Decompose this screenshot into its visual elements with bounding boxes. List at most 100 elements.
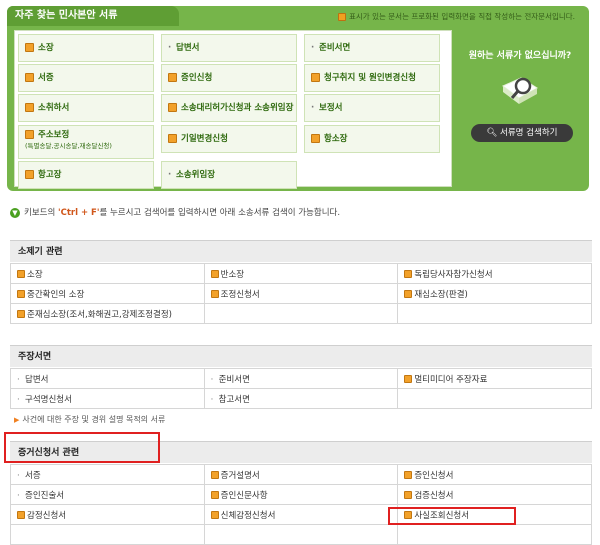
checkbox-icon xyxy=(210,290,219,298)
doc-link-cell[interactable]: 준재심소장(조서,화해권고,강제조정결정) xyxy=(10,303,205,324)
table-row: · 답변서 · 준비서면 멀티미디어 주장자료 xyxy=(10,368,592,389)
checkbox-icon xyxy=(25,103,34,112)
doc-label: 준비서면 xyxy=(218,374,250,385)
checkbox-icon xyxy=(404,270,413,278)
doc-link-cell[interactable]: 검증신청서 xyxy=(397,484,592,505)
doc-link-cell[interactable]: 증인신청서 xyxy=(397,464,592,485)
doc-link-cell[interactable]: 반소장 xyxy=(203,263,399,284)
table-row xyxy=(10,524,592,545)
frequent-doc-label: 답변서 xyxy=(176,43,200,53)
bullet-arrow-icon: ▶ xyxy=(14,416,20,424)
checkbox-icon xyxy=(338,13,346,21)
empty-cell xyxy=(10,524,205,545)
bullet-dot-icon: · xyxy=(168,43,172,53)
checkbox-icon xyxy=(168,73,177,82)
doc-label: 멀티미디어 주장자료 xyxy=(414,374,488,385)
checkbox-icon xyxy=(25,73,34,82)
checkbox-icon xyxy=(404,290,413,298)
frequent-doc-link[interactable]: 항소장 xyxy=(304,125,440,153)
highlight-box-fact-inquiry xyxy=(388,507,516,525)
ctrl-f-hint: 'Ctrl + F' xyxy=(57,208,100,218)
doc-link-cell[interactable]: · 구석명신청서 xyxy=(10,388,205,409)
checkbox-icon xyxy=(210,270,219,278)
frequent-doc-link[interactable]: · 보정서 xyxy=(304,94,440,122)
doc-link-cell[interactable]: 독립당사자참가신청서 xyxy=(397,263,592,284)
empty-cell xyxy=(397,388,592,409)
search-documents-button[interactable]: 🔍︎ 서류명 검색하기 xyxy=(471,124,573,142)
doc-label: 구석명신청서 xyxy=(25,394,72,405)
frequent-doc-link[interactable]: · 답변서 xyxy=(161,34,297,62)
checkbox-icon xyxy=(311,73,320,82)
bullet-dot-icon: · xyxy=(17,374,20,385)
doc-label: 반소장 xyxy=(220,269,245,280)
doc-link-cell[interactable]: 조정신청서 xyxy=(203,283,399,304)
section-header: 주장서면 xyxy=(10,345,592,367)
doc-link-cell[interactable]: 중간확인의 소장 xyxy=(10,283,205,304)
bullet-dot-icon: · xyxy=(17,490,20,501)
frequent-doc-label: 소송위임장 xyxy=(176,170,216,180)
doc-label: 증인진술서 xyxy=(25,490,65,501)
keyboard-help: ▼ 키보드의 'Ctrl + F'를 누르시고 검색어를 입력하시면 아래 소송서… xyxy=(10,206,590,220)
frequent-doc-link[interactable]: 서증 xyxy=(18,64,154,92)
frequent-doc-link[interactable]: 항고장 xyxy=(18,161,154,189)
doc-label: 준재심소장(조서,화해권고,강제조정결정) xyxy=(27,309,172,320)
doc-link-cell[interactable]: 증인신문사항 xyxy=(203,484,399,505)
doc-label: 독립당사자참가신청서 xyxy=(414,269,493,280)
bullet-dot-icon: · xyxy=(311,103,315,113)
bullet-dot-icon: · xyxy=(17,470,20,481)
doc-label: 서증 xyxy=(25,470,41,481)
frequent-doc-link[interactable]: 기일변경신청 xyxy=(161,125,297,153)
doc-link-cell[interactable]: · 답변서 xyxy=(10,368,205,389)
doc-link-cell[interactable]: 멀티미디어 주장자료 xyxy=(397,368,592,389)
doc-link-cell[interactable]: · 서증 xyxy=(10,464,205,485)
doc-link-cell[interactable]: · 참고서면 xyxy=(203,388,399,409)
checkbox-icon xyxy=(210,511,219,519)
doc-link-cell[interactable]: 신체감정신청서 xyxy=(203,504,399,525)
section-header: 소제기 관련 xyxy=(10,240,592,262)
checkbox-icon xyxy=(17,511,25,519)
frequent-doc-sublabel: (특별송달,공시송달,재송달신청) xyxy=(25,142,112,150)
doc-label: 신체감정신청서 xyxy=(220,510,276,521)
side-question: 원하는 서류가 없으십니까? xyxy=(468,51,572,61)
empty-cell xyxy=(203,303,399,324)
doc-link-cell[interactable]: · 증인진술서 xyxy=(10,484,205,505)
frequent-doc-link[interactable]: · 준비서면 xyxy=(304,34,440,62)
frequent-doc-link[interactable]: 증인신청 xyxy=(161,64,297,92)
frequent-doc-link[interactable]: 소취하서 xyxy=(18,94,154,122)
doc-link-cell[interactable]: 감정신청서 xyxy=(10,504,205,525)
checkbox-icon xyxy=(25,43,34,52)
doc-label: 중간확인의 소장 xyxy=(27,289,85,300)
doc-label: 증인신문사항 xyxy=(220,490,268,501)
section-doc-table: · 서증 증거설명서 증인신청서 · 증인진술서 증인신문사항 검증신청서감정신청서 신체감정신… xyxy=(10,464,592,545)
frequent-doc-label: 소취하서 xyxy=(38,103,70,113)
bullet-dot-icon: · xyxy=(311,43,315,53)
frequent-doc-link[interactable]: 청구취지 및 원인변경신청 xyxy=(304,64,440,92)
section-doc-table: · 답변서 · 준비서면 멀티미디어 주장자료 · 구석명신청서 · 참고서면 xyxy=(10,368,592,409)
frequent-doc-label: 소장 xyxy=(38,43,54,53)
frequent-doc-link[interactable]: 주소보정 (특별송달,공시송달,재송달신청) xyxy=(18,125,154,159)
checkbox-icon xyxy=(210,471,219,479)
checkbox-icon xyxy=(404,491,413,499)
highlight-box-evidence-section xyxy=(4,432,160,463)
frequent-doc-label: 주소보정 xyxy=(38,130,70,140)
doc-link-cell[interactable]: 소장 xyxy=(10,263,205,284)
section-note: ▶ 사건에 대한 주장 및 경위 설명 목적의 서류 xyxy=(14,415,166,424)
panel-title: 자주 찾는 민사본안 서류 xyxy=(7,6,179,26)
arrow-down-icon: ▼ xyxy=(10,207,20,218)
doc-link-cell[interactable]: 재심소장(판결) xyxy=(397,283,592,304)
frequent-doc-label: 기일변경신청 xyxy=(181,134,228,144)
checkbox-icon xyxy=(25,130,34,139)
search-icon: 🔍︎ xyxy=(486,128,498,138)
doc-link-cell[interactable]: · 준비서면 xyxy=(203,368,399,389)
frequent-doc-label: 항고장 xyxy=(38,170,62,180)
bullet-dot-icon: · xyxy=(17,394,20,405)
checkbox-icon xyxy=(17,310,25,318)
checkbox-icon xyxy=(311,134,320,143)
doc-link-cell[interactable]: 증거설명서 xyxy=(203,464,399,485)
checkbox-icon xyxy=(25,170,34,179)
table-row: 준재심소장(조서,화해권고,강제조정결정) xyxy=(10,303,592,324)
frequent-doc-link[interactable]: 소장 xyxy=(18,34,154,62)
empty-cell xyxy=(397,303,592,324)
frequent-doc-link[interactable]: · 소송위임장 xyxy=(161,161,297,189)
frequent-doc-link[interactable]: 소송대리허가신청과 소송위임장 xyxy=(161,94,297,122)
